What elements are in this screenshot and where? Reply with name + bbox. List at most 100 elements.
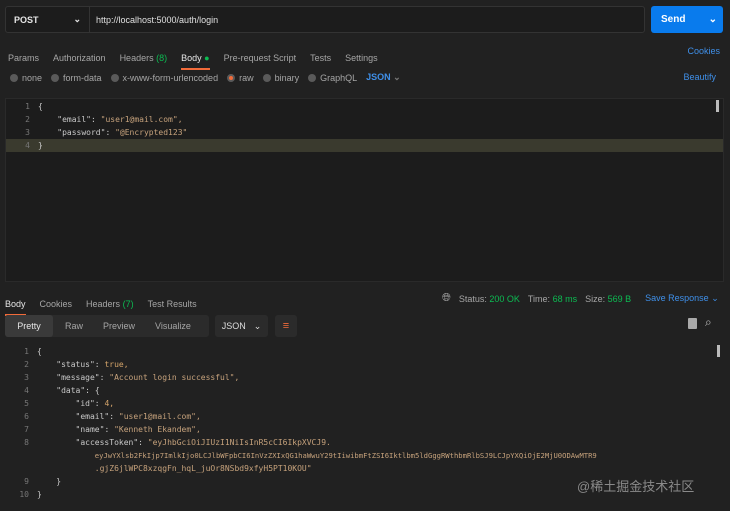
json-value: "@Encrypted123" (115, 128, 188, 137)
code-text: } (56, 477, 62, 486)
copy-icon[interactable] (688, 318, 697, 329)
method-label: POST (14, 14, 39, 25)
radio-urlencoded[interactable]: x-www-form-urlencoded (110, 72, 219, 83)
radio-icon (308, 73, 317, 82)
json-key: "password" (57, 128, 106, 137)
radio-binary[interactable]: binary (262, 72, 300, 83)
request-body-editor[interactable]: 1{ 2 "email": "user1@mail.com", 3 "passw… (5, 98, 724, 282)
tab-test-results[interactable]: Test Results (148, 299, 197, 309)
method-select[interactable]: POST ⌄ (6, 7, 90, 32)
code-text: { (38, 102, 43, 111)
watermark: @稀土掘金技术社区 (577, 479, 695, 494)
cookies-link[interactable]: Cookies (687, 46, 720, 56)
view-visualize[interactable]: Visualize (155, 321, 191, 331)
radio-label: binary (274, 72, 300, 83)
tab-prerequest[interactable]: Pre-request Script (224, 53, 297, 63)
tab-body[interactable]: Body ● (181, 53, 210, 70)
url-bar: POST ⌄ http://localhost:5000/auth/login (5, 6, 645, 33)
json-value: true, (104, 360, 129, 369)
line-number: 1 (24, 347, 29, 356)
code-line: 3 "message": "Account login successful", (5, 371, 724, 384)
time-info: Time: 68 ms (528, 294, 577, 304)
tab-response-cookies[interactable]: Cookies (40, 299, 73, 309)
json-value: "user1@mail.com", (100, 115, 183, 124)
headers-count: (7) (122, 299, 134, 309)
json-value: "Account login successful", (109, 373, 240, 382)
code-line: 1{ (6, 100, 723, 113)
tab-response-body[interactable]: Body (5, 299, 26, 316)
scrollbar[interactable] (716, 100, 719, 112)
radio-form-data[interactable]: form-data (51, 73, 102, 83)
size-info: Size: 569 B (585, 294, 631, 304)
response-status: 🌐︎ Status: 200 OK Time: 68 ms Size: 569 … (442, 292, 719, 305)
search-icon[interactable]: ⌕ (705, 315, 712, 330)
save-response-button[interactable]: Save Response ⌄ (645, 293, 719, 304)
url-input[interactable]: http://localhost:5000/auth/login (90, 15, 218, 25)
json-value: eyJwYXlsb2FkIjp7ImlkIjo0LCJlbWFpbCI6InVz… (94, 451, 597, 460)
radio-graphql[interactable]: GraphQL (308, 73, 357, 83)
code-line: 8 "accessToken": "eyJhbGciOiJIUzI1NiIsIn… (5, 436, 724, 449)
globe-icon[interactable]: 🌐︎ (442, 292, 451, 305)
view-raw[interactable]: Raw (65, 321, 83, 331)
view-preview[interactable]: Preview (103, 321, 135, 331)
json-value: "eyJhbGciOiJIUzI1NiIsInR5cCI6IkpXVCJ9. (147, 438, 331, 447)
tab-label: Headers (86, 299, 121, 309)
line-number: 1 (25, 102, 30, 111)
radio-label: form-data (63, 72, 102, 83)
code-line-current: 4} (6, 139, 723, 152)
radio-raw[interactable]: raw (227, 73, 254, 83)
json-value: { (94, 386, 100, 395)
radio-label: x-www-form-urlencoded (122, 72, 219, 83)
view-pretty[interactable]: Pretty (5, 315, 53, 337)
format-label: JSON (366, 72, 391, 82)
json-value: "user1@mail.com", (118, 412, 201, 421)
chevron-down-icon: ⌄ (393, 72, 401, 82)
json-key: "data" (56, 386, 86, 395)
tab-headers[interactable]: Headers (8) (120, 53, 168, 63)
line-number: 3 (25, 128, 30, 137)
json-key: "status" (56, 360, 95, 369)
line-number: 10 (19, 490, 29, 499)
wrap-lines-icon[interactable]: ≡ (275, 315, 297, 337)
line-number: 4 (24, 386, 29, 395)
tab-label: Body (181, 53, 202, 63)
format-label: JSON (221, 321, 246, 331)
line-number: 7 (24, 425, 29, 434)
scrollbar[interactable] (717, 345, 720, 357)
status-label: Status: (458, 293, 487, 304)
active-dot-icon: ● (204, 53, 210, 63)
chevron-down-icon: ⌄ (73, 14, 81, 24)
chevron-down-icon[interactable]: ⌄ (709, 14, 717, 25)
tab-response-headers[interactable]: Headers (7) (86, 299, 134, 309)
code-text: } (38, 141, 43, 150)
tab-params[interactable]: Params (8, 53, 39, 63)
code-line: 1{ (5, 345, 724, 358)
line-number: 6 (24, 412, 29, 421)
tab-settings[interactable]: Settings (345, 53, 378, 63)
radio-label: none (22, 72, 43, 83)
format-select[interactable]: JSON ⌄ (366, 72, 401, 83)
tab-tests[interactable]: Tests (310, 53, 331, 63)
beautify-button[interactable]: Beautify (683, 72, 716, 82)
status-value: 200 OK (489, 293, 520, 304)
request-tabs: Params Authorization Headers (8) Body ● … (8, 46, 378, 70)
code-line: 2 "email": "user1@mail.com", (6, 113, 723, 126)
radio-label: GraphQL (320, 72, 358, 83)
radio-none[interactable]: none (10, 73, 42, 83)
tab-label: Headers (119, 53, 154, 63)
time-label: Time: (527, 293, 551, 304)
response-format-select[interactable]: JSON ⌄ (215, 315, 268, 337)
line-number: 9 (24, 477, 29, 486)
radio-icon (262, 73, 271, 82)
status-info: Status: 200 OK (459, 294, 520, 304)
send-button[interactable]: Send ⌄ (651, 6, 723, 33)
radio-icon (51, 73, 60, 82)
code-line: 4 "data": { (5, 384, 724, 397)
response-tabs: Body Cookies Headers (7) Test Results (5, 292, 197, 316)
radio-icon (110, 73, 119, 82)
code-line-wrap: eyJwYXlsb2FkIjp7ImlkIjo0LCJlbWFpbCI6InVz… (5, 449, 724, 462)
code-line-wrap: .gjZ6jlWPC8xzqgFn_hqL_juOr8NSbd9xfyH5PT1… (5, 462, 724, 475)
line-number: 2 (24, 360, 29, 369)
tab-authorization[interactable]: Authorization (53, 53, 106, 63)
headers-count: (8) (156, 53, 168, 63)
